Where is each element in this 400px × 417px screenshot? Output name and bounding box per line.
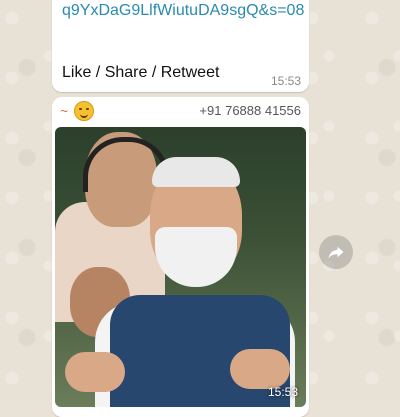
message-bubble-media[interactable]: ~ +91 76888 41556 15:53 [52,97,309,417]
speaker-left-hand [65,352,125,392]
speaker-hair [152,157,240,187]
video-thumbnail[interactable]: 15:53 [55,127,306,407]
sender-phone[interactable]: +91 76888 41556 [199,103,301,118]
media-timestamp: 15:53 [267,385,298,399]
message-bubble-link[interactable]: q9YxDaG9LlfWiutuDA9sgQ&s=08 Like / Share… [52,0,309,92]
message-text: Like / Share / Retweet [62,64,220,81]
speaker-beard [155,227,237,287]
forward-button[interactable] [319,235,353,269]
message-link[interactable]: q9YxDaG9LlfWiutuDA9sgQ&s=08 [62,0,307,22]
forward-arrow-icon [328,246,344,259]
smiling-face-icon [74,101,94,121]
message-timestamp: 15:53 [270,74,301,88]
sender-name[interactable]: ~ [60,103,68,119]
speaker-right-hand [230,349,290,389]
